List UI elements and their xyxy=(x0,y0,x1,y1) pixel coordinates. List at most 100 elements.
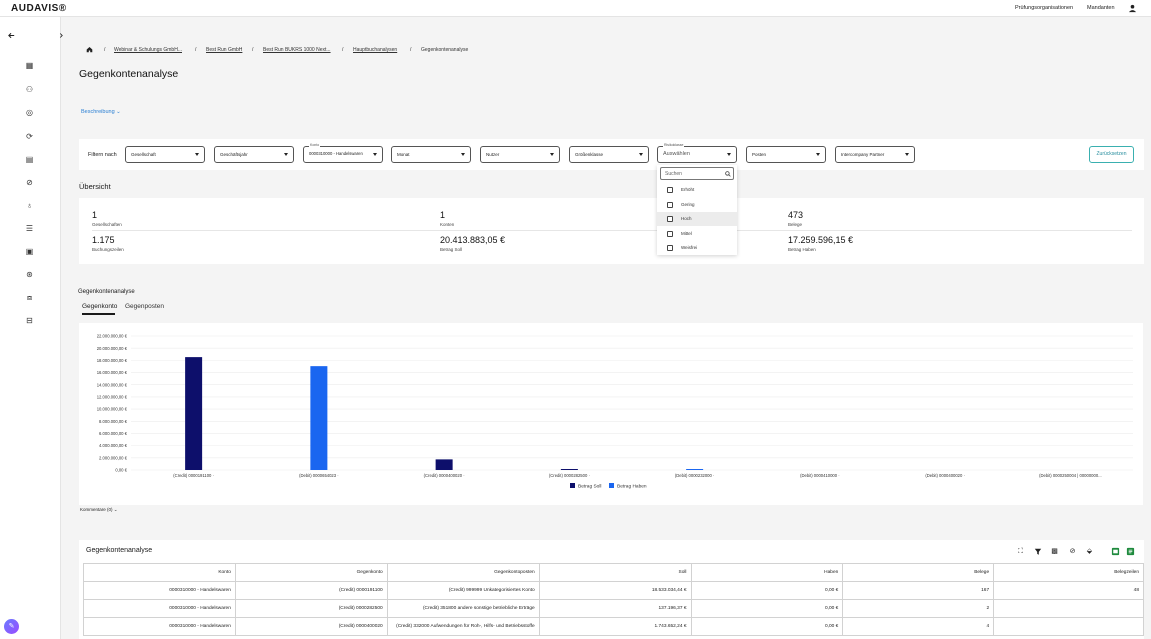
y-tick-label: 4.000.000,00 € xyxy=(99,443,128,448)
check-circle-icon[interactable]: ⊘ xyxy=(25,178,34,187)
filter-value: Posten xyxy=(752,152,767,157)
bar-betrag-haben xyxy=(310,366,328,470)
checkbox[interactable] xyxy=(667,202,673,208)
breadcrumb-item[interactable]: Best Run GmbH xyxy=(206,47,242,53)
report-icon[interactable]: ▣ xyxy=(25,247,34,256)
launcher-icon[interactable]: ✎ xyxy=(4,619,19,634)
column-header-gegenkontoposten[interactable]: Gegenkontoposten xyxy=(386,563,540,582)
column-header-belege[interactable]: Belege xyxy=(842,563,995,582)
user-icon[interactable] xyxy=(1128,4,1137,13)
stack-icon[interactable]: ⧈ xyxy=(25,293,34,302)
breadcrumb-item[interactable]: Webinar & Schulungs GmbH... xyxy=(114,47,182,53)
checkbox[interactable] xyxy=(667,216,673,222)
dropdown-search-input[interactable]: Suchen xyxy=(660,167,734,180)
cell-belege: 4 xyxy=(842,617,995,636)
kpi-value: 17.259.596,15 € xyxy=(788,235,854,245)
forward-arrow-icon[interactable] xyxy=(57,31,65,40)
caret-down-icon xyxy=(639,153,643,156)
checkbox[interactable] xyxy=(667,231,673,237)
cell-soll: 137.196,37 € xyxy=(538,599,692,618)
filter-intercompany-partner[interactable]: Intercompany Partner xyxy=(835,146,915,163)
document-icon[interactable]: ▤ xyxy=(25,155,34,164)
paint-icon[interactable]: ⬙ xyxy=(1085,547,1094,556)
description-toggle-label: Beschreibung xyxy=(81,109,115,115)
filter-label-risikoklasse: Risikoklasse xyxy=(663,143,685,147)
kpi-value: 473 xyxy=(788,210,804,220)
y-tick-label: 22.000.000,00 € xyxy=(97,334,128,339)
filter-value: Gesellschaft xyxy=(131,152,156,157)
column-header-haben[interactable]: Haben xyxy=(690,563,844,582)
active-tab-indicator xyxy=(82,313,115,315)
filter-label-konto: Konto xyxy=(309,143,321,147)
topnav-pruefungsorganisationen[interactable]: Prüfungsorganisationen xyxy=(1015,5,1073,11)
breadcrumb-separator: / xyxy=(252,47,254,53)
table-row[interactable]: 0000310000 - Handelswaren (Credit) 00004… xyxy=(83,617,1144,636)
comments-toggle[interactable]: Kommentare (0) ⌄ xyxy=(80,507,118,513)
filter-konto[interactable]: Konto 0000310000 - Handelswaren xyxy=(303,143,383,163)
breadcrumb-current: Gegenkontenanalyse xyxy=(421,47,469,53)
option-label: Hoch xyxy=(681,216,692,221)
dropdown-option[interactable]: Mittel xyxy=(657,227,737,241)
analysis-section-title: Gegenkontenanalyse xyxy=(78,289,135,295)
dropdown-option[interactable]: Weisfrei xyxy=(657,241,737,255)
x-tick-label: (Debit) 0000232000 · xyxy=(675,473,715,478)
bar-chart: 0,00 € 2.000.000,00 € 4.000.000,00 € 6.000.… xyxy=(97,334,1133,490)
legend-label: Betrag Soll xyxy=(578,484,601,490)
back-arrow-icon[interactable] xyxy=(7,31,16,40)
export-excel-icon[interactable] xyxy=(1111,547,1120,556)
kpi-value: 1 xyxy=(440,210,446,220)
breadcrumb-separator: / xyxy=(104,47,106,53)
y-tick-label: 20.000.000,00 € xyxy=(97,346,128,351)
caret-down-icon xyxy=(461,153,465,156)
topnav-mandanten[interactable]: Mandanten xyxy=(1087,5,1115,11)
dropdown-option[interactable]: Gering xyxy=(657,198,737,212)
users-icon[interactable]: ⚇ xyxy=(25,85,34,94)
analysis-icon[interactable]: ◎ xyxy=(25,108,34,117)
column-header-belegzeilen[interactable]: Belegzeilen xyxy=(993,563,1144,582)
export-pdf-icon[interactable] xyxy=(1126,547,1135,556)
reset-button[interactable]: Zurücksetzen xyxy=(1089,146,1134,163)
breadcrumb-item[interactable]: Hauptbuchanalysen xyxy=(353,47,397,53)
cell-belegzeilen xyxy=(993,617,1144,636)
filter-monat[interactable]: Monat xyxy=(391,146,471,163)
currency-icon[interactable]: ⊛ xyxy=(25,270,34,279)
home-icon[interactable] xyxy=(86,46,93,53)
description-toggle[interactable]: Beschreibung ⌄ xyxy=(81,109,121,115)
archive-icon[interactable]: ⊟ xyxy=(25,316,34,325)
checkbox[interactable] xyxy=(667,187,673,193)
y-tick-label: 0,00 € xyxy=(115,468,127,473)
idea-icon[interactable]: ♁ xyxy=(25,201,34,210)
column-header-soll[interactable]: Soll xyxy=(538,563,692,582)
legend-label: Betrag Haben xyxy=(617,484,647,490)
filter-gesellschaft[interactable]: Gesellschaft xyxy=(125,146,205,163)
tab-gegenposten[interactable]: Gegenposten xyxy=(125,303,164,310)
app-logo[interactable]: AUDAVIS® xyxy=(11,3,67,14)
table-row[interactable]: 0000310000 - Handelswaren (Credit) 00001… xyxy=(83,581,1144,600)
tab-gegenkonto[interactable]: Gegenkonto xyxy=(82,303,117,310)
dashboard-icon[interactable]: ▦ xyxy=(25,61,34,70)
filter-posten[interactable]: Posten xyxy=(746,146,826,163)
dropdown-option[interactable]: Erhöht xyxy=(657,183,737,197)
clear-filter-icon[interactable]: ⊘ xyxy=(1068,547,1077,556)
filter-geschaeftsjahr[interactable]: Geschäftsjahr xyxy=(214,146,294,163)
column-header-gegenkonto[interactable]: Gegenkonto xyxy=(234,563,388,582)
y-tick-label: 2.000.000,00 € xyxy=(99,455,128,460)
checkbox[interactable] xyxy=(667,245,673,251)
breadcrumb-item[interactable]: Best Run BUKRS 1000 Next... xyxy=(263,47,331,53)
expand-icon[interactable]: ⛶ xyxy=(1016,547,1025,556)
column-header-konto[interactable]: Konto xyxy=(83,563,236,582)
filter-icon[interactable] xyxy=(1034,547,1042,556)
filter-groessenklasse[interactable]: Größenklasse xyxy=(569,146,649,163)
table-row[interactable]: 0000310000 - Handelswaren (Credit) 00002… xyxy=(83,599,1144,618)
data-table: Konto Gegenkonto Gegenkontoposten Soll H… xyxy=(83,563,1144,636)
dropdown-option-highlighted[interactable]: Hoch xyxy=(657,212,737,226)
qr-icon[interactable]: ▩ xyxy=(1050,547,1059,556)
filter-nutzer[interactable]: Nutzer xyxy=(480,146,560,163)
kpi-label: Konten xyxy=(440,222,455,227)
chevron-down-icon: ⌄ xyxy=(113,507,118,512)
legend-swatch xyxy=(609,483,614,488)
filter-value: Intercompany Partner xyxy=(841,152,885,157)
cycle-icon[interactable]: ⟳ xyxy=(25,132,34,141)
list-icon[interactable]: ☰ xyxy=(25,224,34,233)
filter-risikoklasse[interactable]: Risikoklasse Auswählen xyxy=(657,143,737,163)
